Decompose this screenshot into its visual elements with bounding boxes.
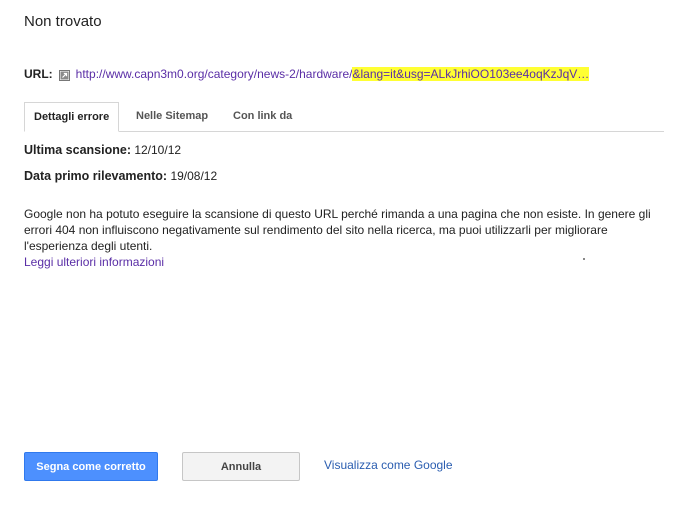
mark-as-fixed-button[interactable]: Segna come corretto [24,452,158,481]
url-label: URL: [24,67,53,81]
url-highlighted-part: &lang=it&usg=ALkJrhiOO103ee4oqKzJqV… [352,67,590,81]
stray-dot [583,258,585,260]
tab-linked-from[interactable]: Con link da [233,102,292,131]
tab-error-details[interactable]: Dettagli errore [24,102,120,132]
url-link[interactable]: http://www.capn3m0.org/category/news-2/h… [76,67,590,81]
error-description-block: Google non ha potuto eseguire la scansio… [24,206,664,270]
url-prefix: http://www.capn3m0.org/category/news-2/h… [75,67,353,81]
fetch-as-google-link[interactable]: Visualizza come Google [324,458,453,472]
dialog-title: Non trovato [24,13,102,30]
first-detected-label: Data primo rilevamento: [24,169,168,183]
tab-in-sitemaps[interactable]: Nelle Sitemap [136,102,208,131]
last-scan-label: Ultima scansione: [24,143,131,157]
tab-bar: Dettagli errore Nelle Sitemap Con link d… [24,102,664,132]
last-scan-row: Ultima scansione: 12/10/12 [24,143,181,157]
cancel-button[interactable]: Annulla [182,452,300,481]
error-details-dialog: Non trovato URL: http://www.capn3m0.org/… [0,0,684,505]
first-detected-value: 19/08/12 [170,169,218,183]
error-description: Google non ha potuto eseguire la scansio… [24,207,651,253]
last-scan-value: 12/10/12 [134,143,182,157]
external-link-icon[interactable] [58,69,70,81]
first-detected-row: Data primo rilevamento: 19/08/12 [24,169,217,183]
url-row: URL: http://www.capn3m0.org/category/new… [24,67,590,81]
learn-more-link[interactable]: Leggi ulteriori informazioni [24,255,164,269]
